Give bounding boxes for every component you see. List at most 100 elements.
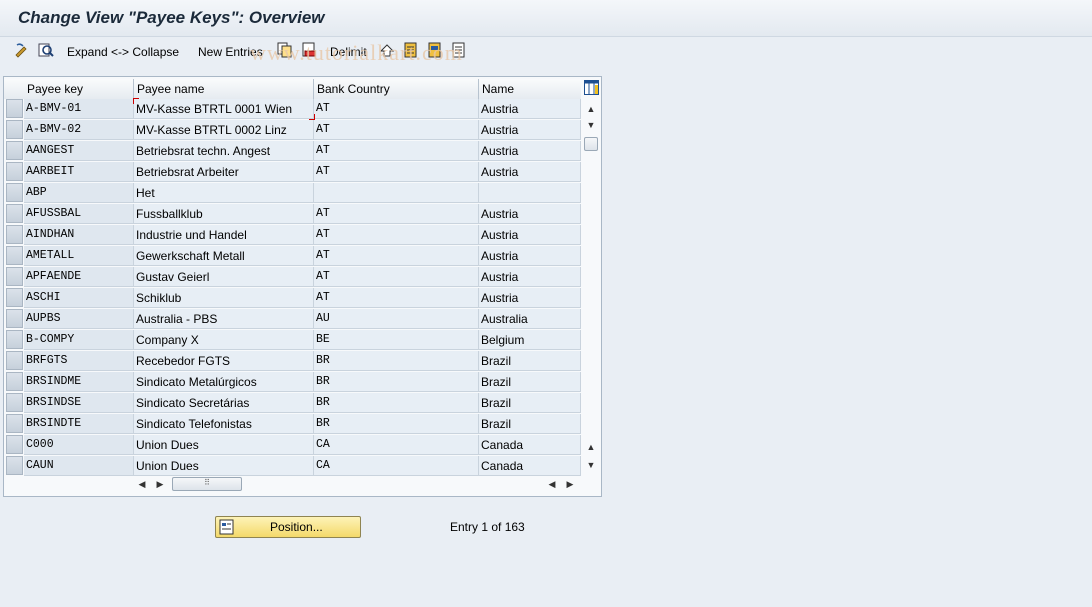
cell-payee-name[interactable]: Union Dues bbox=[134, 435, 314, 455]
cell-payee-name[interactable]: Gustav Geierl bbox=[134, 267, 314, 287]
cell-payee-name[interactable]: Industrie und Handel bbox=[134, 225, 314, 245]
table-row[interactable]: BRSINDTE Sindicato Telefonistas BR Brazil bbox=[24, 414, 581, 435]
cell-country-name[interactable]: Australia bbox=[479, 309, 581, 329]
cell-payee-name[interactable]: Australia - PBS bbox=[134, 309, 314, 329]
row-selector[interactable] bbox=[6, 162, 23, 181]
column-header-name[interactable]: Name bbox=[479, 79, 581, 99]
cell-bank-country[interactable]: AT bbox=[314, 141, 479, 161]
cell-bank-country[interactable]: AT bbox=[314, 162, 479, 182]
row-selector[interactable] bbox=[6, 225, 23, 244]
cell-bank-country[interactable]: AT bbox=[314, 267, 479, 287]
table-row[interactable]: AUPBS Australia - PBS AU Australia bbox=[24, 309, 581, 330]
table-row[interactable]: B-COMPY Company X BE Belgium bbox=[24, 330, 581, 351]
scroll-left-icon[interactable]: ◀ bbox=[136, 478, 148, 490]
row-selector[interactable] bbox=[6, 246, 23, 265]
cell-payee-key[interactable]: B-COMPY bbox=[24, 330, 134, 350]
row-selector[interactable] bbox=[6, 330, 23, 349]
display-change-icon[interactable] bbox=[14, 42, 30, 58]
cell-payee-key[interactable]: A-BMV-02 bbox=[24, 120, 134, 140]
horizontal-scrollbar[interactable]: ◀ ▶ ⠿ ◀ ▶ bbox=[134, 476, 580, 492]
find-icon[interactable] bbox=[38, 42, 54, 58]
row-selector[interactable] bbox=[6, 99, 23, 118]
row-selector[interactable] bbox=[6, 414, 23, 433]
table-row[interactable]: BRSINDSE Sindicato Secretárias BR Brazil bbox=[24, 393, 581, 414]
table-row[interactable]: A-BMV-01 MV-Kasse BTRTL 0001 Wien AT Austri… bbox=[24, 99, 581, 120]
cell-bank-country[interactable] bbox=[314, 183, 479, 203]
cell-country-name[interactable]: Canada bbox=[479, 435, 581, 455]
scroll-page-down-icon[interactable]: ▼ bbox=[585, 459, 597, 471]
cell-payee-name[interactable]: Union Dues bbox=[134, 456, 314, 476]
row-selector[interactable] bbox=[6, 141, 23, 160]
cell-country-name[interactable]: Austria bbox=[479, 225, 581, 245]
table-row[interactable]: APFAENDE Gustav Geierl AT Austria bbox=[24, 267, 581, 288]
cell-country-name[interactable]: Austria bbox=[479, 267, 581, 287]
cell-payee-name[interactable]: Recebedor FGTS bbox=[134, 351, 314, 371]
cell-payee-key[interactable]: APFAENDE bbox=[24, 267, 134, 287]
cell-bank-country[interactable]: AT bbox=[314, 204, 479, 224]
cell-payee-key[interactable]: BRFGTS bbox=[24, 351, 134, 371]
scroll-far-left-icon[interactable]: ◀ bbox=[546, 478, 558, 490]
cell-country-name[interactable]: Austria bbox=[479, 288, 581, 308]
row-selector[interactable] bbox=[6, 120, 23, 139]
scroll-right-icon[interactable]: ▶ bbox=[154, 478, 166, 490]
row-selector[interactable] bbox=[6, 288, 23, 307]
row-selector[interactable] bbox=[6, 351, 23, 370]
cell-payee-key[interactable]: BRSINDME bbox=[24, 372, 134, 392]
cell-country-name[interactable] bbox=[479, 183, 581, 203]
scroll-page-up-icon[interactable]: ▲ bbox=[585, 441, 597, 453]
vertical-scroll-thumb[interactable] bbox=[584, 137, 598, 151]
cell-bank-country[interactable]: AT bbox=[314, 288, 479, 308]
row-selector[interactable] bbox=[6, 456, 23, 475]
cell-payee-name[interactable]: Schiklub bbox=[134, 288, 314, 308]
cell-payee-key[interactable]: AANGEST bbox=[24, 141, 134, 161]
cell-bank-country[interactable]: CA bbox=[314, 456, 479, 476]
cell-country-name[interactable]: Brazil bbox=[479, 372, 581, 392]
cell-country-name[interactable]: Brazil bbox=[479, 414, 581, 434]
cell-country-name[interactable]: Brazil bbox=[479, 351, 581, 371]
cell-payee-name[interactable]: Fussballklub bbox=[134, 204, 314, 224]
cell-payee-key[interactable]: AFUSSBAL bbox=[24, 204, 134, 224]
position-button[interactable]: Position... bbox=[215, 516, 361, 538]
table-row[interactable]: ABP Het bbox=[24, 183, 581, 204]
table-row[interactable]: ASCHI Schiklub AT Austria bbox=[24, 288, 581, 309]
cell-payee-key[interactable]: C000 bbox=[24, 435, 134, 455]
table-row[interactable]: AANGEST Betriebsrat techn. Angest AT Austri… bbox=[24, 141, 581, 162]
cell-payee-key[interactable]: AUPBS bbox=[24, 309, 134, 329]
expand-collapse-button[interactable]: Expand <-> Collapse bbox=[67, 43, 179, 61]
cell-payee-key[interactable]: AINDHAN bbox=[24, 225, 134, 245]
cell-bank-country[interactable]: AT bbox=[314, 246, 479, 266]
row-selector[interactable] bbox=[6, 435, 23, 454]
cell-payee-key[interactable]: BRSINDTE bbox=[24, 414, 134, 434]
table-row[interactable]: BRSINDME Sindicato Metalúrgicos BR Brazil bbox=[24, 372, 581, 393]
cell-payee-name[interactable]: MV-Kasse BTRTL 0001 Wien bbox=[134, 99, 314, 119]
cell-payee-key[interactable]: AMETALL bbox=[24, 246, 134, 266]
cell-country-name[interactable]: Austria bbox=[479, 204, 581, 224]
cell-payee-name[interactable]: Gewerkschaft Metall bbox=[134, 246, 314, 266]
table-row[interactable]: CAUN Union Dues CA Canada bbox=[24, 456, 581, 477]
scroll-far-right-icon[interactable]: ▶ bbox=[564, 478, 576, 490]
cell-payee-key[interactable]: CAUN bbox=[24, 456, 134, 476]
row-selector[interactable] bbox=[6, 204, 23, 223]
row-selector[interactable] bbox=[6, 183, 23, 202]
cell-country-name[interactable]: Austria bbox=[479, 162, 581, 182]
scroll-up-icon[interactable]: ▲ bbox=[585, 103, 597, 115]
cell-bank-country[interactable]: BR bbox=[314, 351, 479, 371]
vertical-scrollbar[interactable]: ▲ ▼ ▲ ▼ bbox=[582, 79, 600, 477]
cell-payee-key[interactable]: BRSINDSE bbox=[24, 393, 134, 413]
cell-payee-name[interactable]: Betriebsrat Arbeiter bbox=[134, 162, 314, 182]
cell-country-name[interactable]: Austria bbox=[479, 246, 581, 266]
cell-country-name[interactable]: Austria bbox=[479, 99, 581, 119]
cell-payee-name[interactable]: Sindicato Metalúrgicos bbox=[134, 372, 314, 392]
row-selector[interactable] bbox=[6, 267, 23, 286]
cell-bank-country[interactable]: BR bbox=[314, 372, 479, 392]
cell-payee-name[interactable]: MV-Kasse BTRTL 0002 Linz bbox=[134, 120, 314, 140]
column-header-payee-key[interactable]: Payee key bbox=[24, 79, 134, 99]
column-header-bank-country[interactable]: Bank Country bbox=[314, 79, 479, 99]
cell-country-name[interactable]: Austria bbox=[479, 141, 581, 161]
scroll-down-icon[interactable]: ▼ bbox=[585, 119, 597, 131]
cell-country-name[interactable]: Canada bbox=[479, 456, 581, 476]
table-row[interactable]: AARBEIT Betriebsrat Arbeiter AT Austria bbox=[24, 162, 581, 183]
cell-payee-key[interactable]: AARBEIT bbox=[24, 162, 134, 182]
cell-payee-name[interactable]: Sindicato Secretárias bbox=[134, 393, 314, 413]
cell-bank-country[interactable]: BR bbox=[314, 414, 479, 434]
